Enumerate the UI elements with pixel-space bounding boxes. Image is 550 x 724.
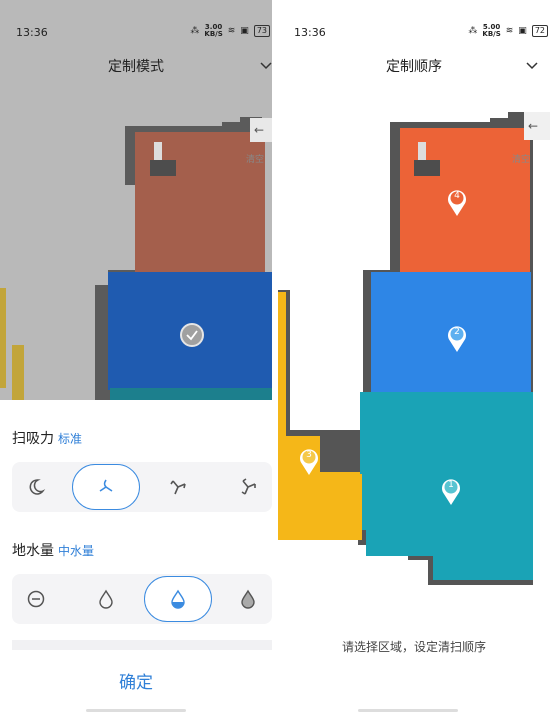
custom-order-panel: 13:36 ⁂ 5.00KB/S ≋ ▣ 72 定制顺序 ← 清空 4 2 3 <box>278 0 550 724</box>
suction-standard-option[interactable] <box>72 464 140 510</box>
droplet-medium-icon <box>171 589 185 609</box>
confirm-button[interactable]: 确定 <box>0 668 272 693</box>
droplet-low-icon <box>99 589 113 609</box>
room-order-marker[interactable]: 1 <box>440 476 462 506</box>
minus-circle-icon <box>27 590 45 608</box>
fan-max-icon <box>241 478 256 495</box>
water-section-title: 地水量 中水量 <box>12 543 95 559</box>
suction-value: 标准 <box>58 432 83 446</box>
room-3[interactable] <box>278 292 362 540</box>
moon-icon <box>29 479 46 495</box>
suction-section-title: 扫吸力 标准 <box>12 431 83 447</box>
room-order-marker[interactable]: 3 <box>298 446 320 476</box>
water-selector <box>12 574 272 624</box>
water-medium-option[interactable] <box>144 576 212 622</box>
svg-text:←: ← <box>254 123 264 137</box>
selected-room-marker[interactable] <box>180 323 204 347</box>
divider <box>12 640 272 650</box>
water-low-option[interactable] <box>76 574 136 624</box>
suction-max-option[interactable] <box>218 462 272 512</box>
fan-standard-icon <box>99 479 113 492</box>
suction-selector <box>12 462 272 512</box>
room-order-marker[interactable]: 2 <box>446 323 468 353</box>
room-left[interactable] <box>12 345 24 400</box>
cleaning-map[interactable]: ← <box>0 0 272 400</box>
svg-text:←: ← <box>528 119 538 133</box>
clear-label[interactable]: 清空 <box>246 152 264 165</box>
suction-quiet-option[interactable] <box>6 462 66 512</box>
suction-strong-option[interactable] <box>148 462 208 512</box>
water-off-option[interactable] <box>6 574 66 624</box>
home-indicator[interactable] <box>358 709 458 712</box>
clear-label[interactable]: 清空 <box>512 152 530 165</box>
instruction-text: 请选择区域，设定清扫顺序 <box>341 640 486 654</box>
cleaning-map[interactable]: ← <box>278 0 550 600</box>
fan-strong-icon <box>170 480 186 495</box>
home-indicator[interactable] <box>86 709 186 712</box>
room-order-marker[interactable]: 4 <box>446 187 468 217</box>
droplet-high-icon <box>241 589 255 609</box>
water-high-option[interactable] <box>218 574 272 624</box>
custom-mode-panel: 13:36 ⁂ 3.00 KB/S ≋ ▣ 73 定制模式 ← 清空 扫吸力 标准 <box>0 0 272 724</box>
water-value: 中水量 <box>58 544 95 558</box>
